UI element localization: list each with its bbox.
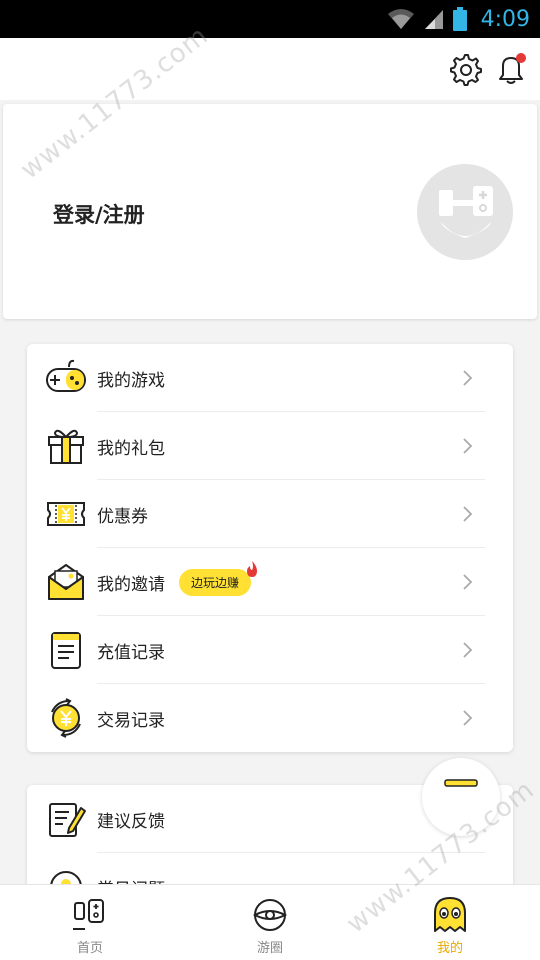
floating-service-button[interactable] xyxy=(422,758,500,836)
status-time: 4:09 xyxy=(480,6,530,32)
battery-icon xyxy=(452,7,467,31)
default-avatar-icon xyxy=(439,186,493,238)
notification-dot xyxy=(516,53,526,63)
badge-label: 边玩边赚 xyxy=(191,575,240,590)
status-bar: 4:09 xyxy=(0,0,540,38)
bell-icon[interactable] xyxy=(494,52,528,86)
chevron-right-icon xyxy=(463,438,473,454)
signal-icon xyxy=(424,10,443,29)
chevron-right-icon xyxy=(463,574,473,590)
menu-item-recharge-records[interactable]: 充值记录 xyxy=(27,616,513,684)
earn-while-playing-badge: 边玩边赚 xyxy=(179,560,258,596)
gamepad-icon xyxy=(46,359,86,392)
chevron-right-icon xyxy=(463,506,473,522)
fire-icon xyxy=(247,560,258,577)
menu-item-coupons[interactable]: 优惠券 xyxy=(27,480,513,548)
ghost-mascot-icon xyxy=(434,897,466,932)
envelope-icon xyxy=(48,564,84,600)
menu-item-my-games[interactable]: 我的游戏 xyxy=(27,344,513,412)
menu-item-label: 我的游戏 xyxy=(97,370,165,391)
wifi-icon xyxy=(387,9,414,29)
avatar[interactable] xyxy=(417,164,513,260)
bottom-nav: 首页 游圈 我的 xyxy=(0,884,540,960)
chevron-right-icon xyxy=(463,370,473,386)
coupon-icon xyxy=(47,502,85,526)
feedback-edit-icon xyxy=(49,803,86,837)
tab-mine[interactable]: 我的 xyxy=(360,885,540,960)
menu-item-label: 我的礼包 xyxy=(97,438,165,459)
chevron-right-icon xyxy=(463,710,473,726)
menu-item-trade-records[interactable]: 交易记录 xyxy=(27,684,513,752)
menu-card-main: 我的游戏 我的礼包 优惠券 我的邀请 边玩边赚 充值记录 交易记录 xyxy=(27,344,513,752)
menu-item-label: 交易记录 xyxy=(97,710,165,731)
menu-item-label: 充值记录 xyxy=(97,642,165,663)
menu-item-label: 建议反馈 xyxy=(97,811,165,832)
top-bar xyxy=(0,38,540,100)
tab-label: 首页 xyxy=(76,941,103,956)
chat-icon xyxy=(444,779,478,787)
tab-home[interactable]: 首页 xyxy=(0,885,180,960)
menu-item-my-gifts[interactable]: 我的礼包 xyxy=(27,412,513,480)
chevron-right-icon xyxy=(463,642,473,658)
menu-item-my-invites[interactable]: 我的邀请 边玩边赚 xyxy=(27,548,513,616)
menu-item-label: 优惠券 xyxy=(97,506,148,527)
circle-community-icon xyxy=(252,899,288,931)
receipt-icon xyxy=(51,632,81,669)
login-register-link[interactable]: 登录/注册 xyxy=(53,199,145,229)
tab-label: 我的 xyxy=(436,941,463,956)
menu-item-label: 我的邀请 xyxy=(97,574,165,595)
settings-icon[interactable] xyxy=(448,52,482,86)
tab-circle[interactable]: 游圈 xyxy=(180,885,360,960)
gift-icon xyxy=(48,429,84,464)
profile-card: 登录/注册 xyxy=(3,104,537,319)
home-console-icon xyxy=(73,899,104,930)
tab-label: 游圈 xyxy=(256,941,283,956)
yuan-exchange-icon xyxy=(51,698,81,738)
